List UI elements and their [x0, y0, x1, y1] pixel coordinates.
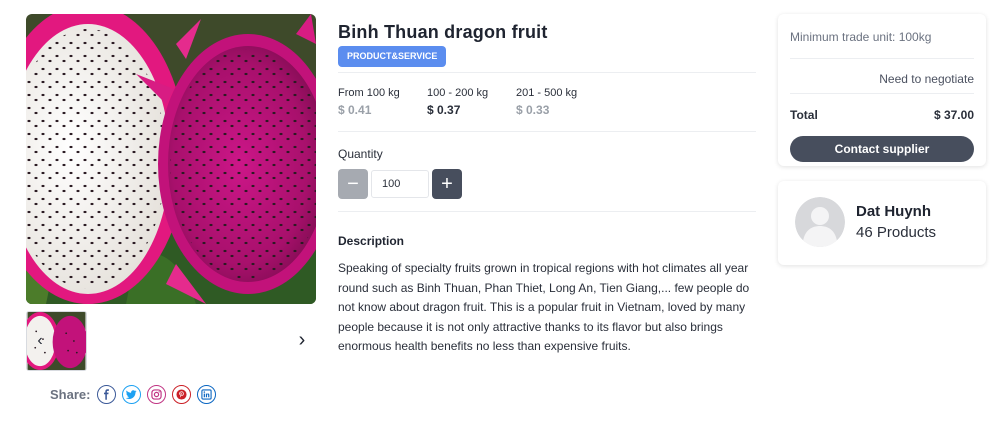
contact-supplier-button[interactable]: Contact supplier — [790, 136, 974, 162]
divider — [338, 131, 756, 132]
tier-range: 100 - 200 kg — [427, 87, 489, 99]
chevron-left-icon[interactable]: ‹ — [30, 330, 50, 352]
price-tier-active: 100 - 200 kg $ 0.37 — [427, 86, 516, 118]
tier-price: $ 0.37 — [427, 103, 461, 117]
divider — [338, 211, 756, 212]
description-text: Speaking of specialty fruits grown in tr… — [338, 261, 750, 353]
chevron-right-icon[interactable]: › — [292, 327, 312, 353]
price-tier: From 100 kg $ 0.41 — [338, 86, 427, 118]
share-label: Share: — [50, 386, 91, 402]
quantity-input[interactable] — [371, 170, 429, 198]
pinterest-icon[interactable] — [172, 384, 192, 404]
total-value: $ 37.00 — [933, 108, 974, 122]
total-row: Total $ 37.00 — [790, 108, 974, 123]
product-main-image[interactable] — [26, 14, 316, 304]
facebook-icon[interactable] — [97, 384, 117, 404]
tier-price: $ 0.33 — [516, 103, 550, 117]
thumbnail-strip: ‹ › — [26, 311, 316, 371]
tier-range: From 100 kg — [338, 87, 400, 99]
twitter-icon[interactable] — [122, 384, 142, 404]
quantity-stepper: − + — [338, 169, 756, 199]
tier-price: $ 0.41 — [338, 103, 372, 117]
divider — [790, 58, 974, 59]
avatar[interactable] — [795, 197, 845, 247]
linkedin-icon[interactable] — [197, 384, 217, 404]
trade-card: Minimum trade unit: 100kg Need to negoti… — [778, 14, 986, 166]
price-tier: 201 - 500 kg $ 0.33 — [516, 86, 605, 118]
supplier-product-count: 46 Products — [856, 224, 937, 241]
quantity-label: Quantity — [338, 147, 383, 161]
category-badge[interactable]: PRODUCT&SERVICE — [338, 46, 447, 67]
total-label: Total — [790, 108, 818, 122]
negotiate-label: Need to negotiate — [879, 72, 974, 86]
product-title: Binh Thuan dragon fruit — [338, 22, 548, 42]
tier-range: 201 - 500 kg — [516, 87, 578, 99]
divider — [790, 93, 974, 94]
share-bar: Share: — [50, 383, 222, 405]
product-details: Binh Thuan dragon fruit PRODUCT&SERVICE … — [338, 20, 756, 357]
increase-quantity-button[interactable]: + — [432, 169, 462, 199]
instagram-icon[interactable] — [147, 384, 167, 404]
divider — [338, 72, 756, 73]
minimum-trade-unit: Minimum trade unit: 100kg — [790, 30, 932, 44]
price-tiers: From 100 kg $ 0.41 100 - 200 kg $ 0.37 2… — [338, 86, 756, 118]
decrease-quantity-button[interactable]: − — [338, 169, 368, 199]
description-title: Description — [338, 234, 405, 248]
supplier-name[interactable]: Dat Huynh — [856, 203, 931, 220]
supplier-card: Dat Huynh 46 Products — [778, 181, 986, 265]
